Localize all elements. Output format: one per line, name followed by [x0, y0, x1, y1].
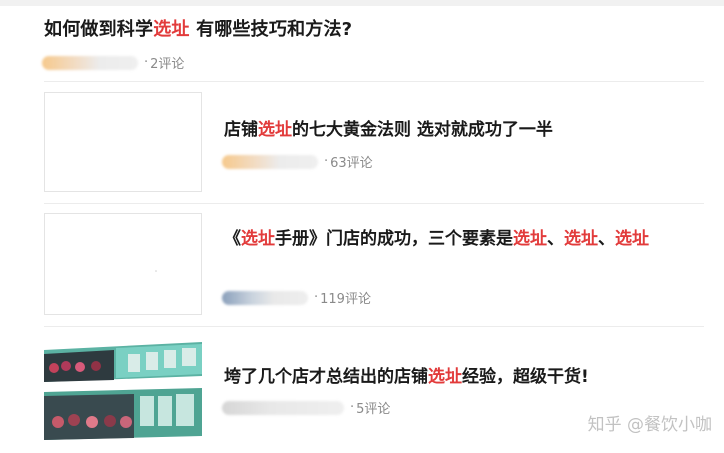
article-title-mid: 手册》门店的成功，三个要素是	[275, 229, 513, 249]
article-title[interactable]: 《选址手册》门店的成功，三个要素是选址、选址、选址	[224, 226, 708, 252]
question-meta: · 2评论	[42, 53, 184, 72]
title-separator: 、	[547, 229, 564, 249]
article-thumbnail[interactable]	[44, 92, 202, 192]
author-avatar-blurred[interactable]	[222, 290, 308, 305]
question-title-suffix: 有哪些技巧和方法?	[189, 19, 353, 40]
article-title-suffix: 的七大黄金法则 选对就成功了一半	[292, 120, 553, 140]
article-title-text: 垮了几个店才总结出的店铺	[224, 367, 428, 387]
article-meta: · 63评论	[222, 152, 373, 171]
article-title-suffix: 经验，超级干货!	[462, 367, 589, 387]
comment-count[interactable]: 63评论	[330, 152, 373, 171]
top-divider	[0, 0, 724, 6]
article-title-highlight: 选址	[241, 229, 275, 249]
question-title[interactable]: 如何做到科学选址 有哪些技巧和方法?	[44, 17, 352, 43]
question-title-text: 如何做到科学	[44, 19, 154, 40]
question-title-highlight: 选址	[153, 19, 190, 40]
meta-dot: ·	[350, 400, 355, 415]
author-avatar-blurred[interactable]	[222, 154, 318, 169]
article-thumbnail[interactable]	[44, 213, 202, 315]
title-separator: 、	[598, 229, 615, 249]
article-title-highlight: 选址	[513, 229, 547, 249]
meta-dot: ·	[314, 290, 319, 305]
storefront-photo-icon	[44, 336, 202, 440]
article-title[interactable]: 店铺选址的七大黄金法则 选对就成功了一半	[224, 117, 553, 143]
article-title-highlight: 选址	[258, 120, 292, 140]
feed-container: 如何做到科学选址 有哪些技巧和方法? · 2评论 店铺选址的七大黄金法则 选对就…	[0, 0, 724, 453]
article-meta: · 119评论	[222, 288, 371, 307]
meta-dot: ·	[144, 55, 149, 70]
comment-count[interactable]: 5评论	[356, 398, 390, 417]
divider	[44, 81, 704, 82]
article-meta: · 5评论	[222, 398, 390, 417]
article-title-text: 《	[224, 229, 241, 249]
author-avatar-blurred[interactable]	[42, 55, 138, 70]
comment-count[interactable]: 119评论	[320, 288, 371, 307]
meta-dot: ·	[324, 154, 329, 169]
article-title-highlight: 选址	[615, 229, 649, 249]
article-title-highlight: 选址	[564, 229, 598, 249]
thumbnail-placeholder-icon	[45, 214, 201, 314]
article-title[interactable]: 垮了几个店才总结出的店铺选址经验，超级干货!	[224, 364, 589, 390]
author-avatar-blurred[interactable]	[222, 400, 344, 415]
watermark: 知乎 @餐饮小咖	[587, 415, 712, 435]
article-title-text: 店铺	[224, 120, 258, 140]
divider	[44, 326, 704, 327]
divider	[44, 203, 704, 204]
thumbnail-placeholder-icon	[45, 93, 201, 191]
article-thumbnail[interactable]	[44, 336, 202, 440]
article-title-highlight: 选址	[428, 367, 462, 387]
comment-count[interactable]: 2评论	[150, 53, 184, 72]
